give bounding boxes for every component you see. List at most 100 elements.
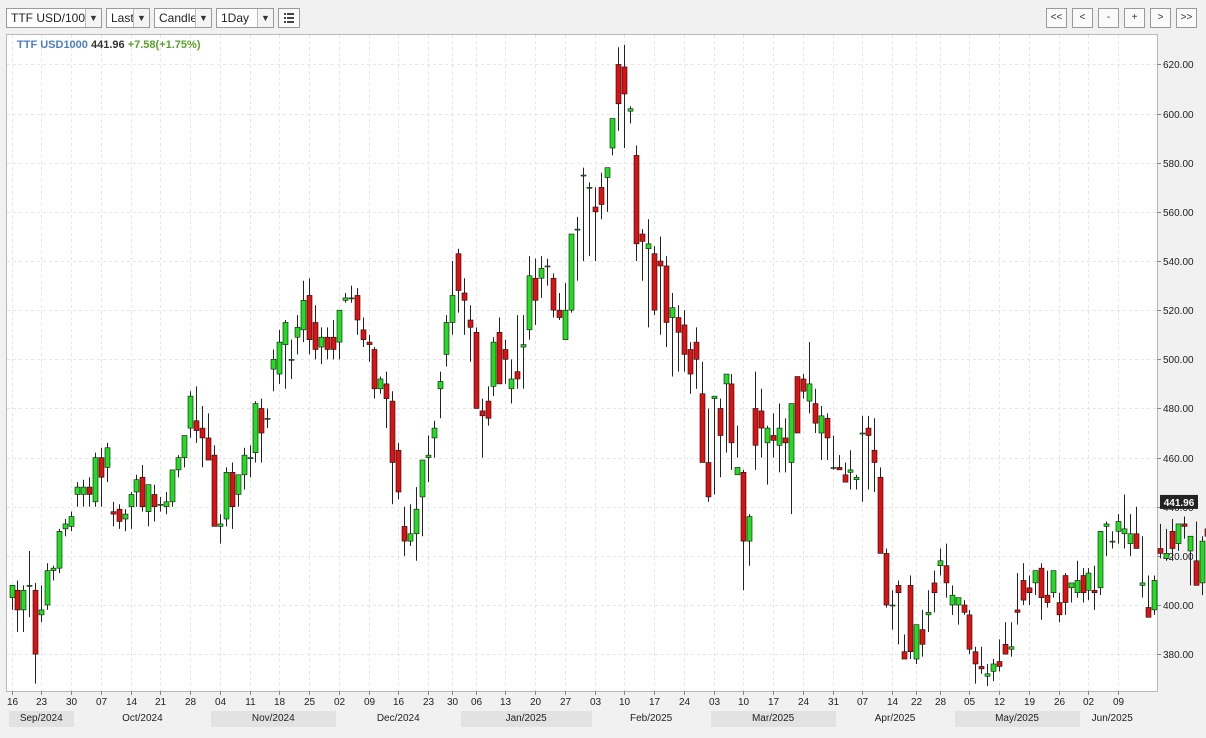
candle-down <box>782 437 789 444</box>
candle-up <box>437 381 444 390</box>
y-tick-label: 620.00 <box>1163 60 1194 71</box>
candle-down <box>717 408 724 436</box>
candle-down <box>758 410 765 429</box>
candle-down <box>1044 594 1051 603</box>
x-tick-label: 11 <box>245 697 256 708</box>
month-label: Oct/2024 <box>122 713 163 724</box>
candle-down <box>1002 644 1009 655</box>
candle-up <box>336 309 343 343</box>
month-label: Dec/2024 <box>376 713 420 724</box>
candle-up <box>889 604 896 607</box>
x-tick-label: 25 <box>304 697 316 708</box>
candle-down <box>312 322 319 350</box>
candle-down <box>1133 533 1140 549</box>
candle-down <box>1181 523 1188 527</box>
candle-up <box>62 523 69 530</box>
candle-up <box>1121 528 1128 535</box>
candle-down <box>1062 575 1069 603</box>
x-tick-label: 23 <box>423 697 435 708</box>
month-label: Nov/2024 <box>210 711 336 727</box>
candle-up <box>723 373 730 385</box>
candle-up <box>1103 523 1110 527</box>
y-tick-label: 460.00 <box>1163 454 1194 465</box>
x-tick-label: 16 <box>7 697 19 708</box>
candle-down <box>205 437 212 461</box>
candle-down <box>836 467 843 471</box>
candle-up <box>818 415 825 434</box>
candle-down <box>366 341 373 345</box>
candle-up <box>1109 540 1116 543</box>
candle-down <box>550 277 557 311</box>
candle-down <box>1145 607 1152 618</box>
candle-up <box>169 469 176 503</box>
candle-up <box>949 594 956 606</box>
candle-down <box>229 472 236 508</box>
candle-down <box>978 666 985 670</box>
candle-down <box>258 408 265 434</box>
candle-down <box>865 427 872 436</box>
x-tick-label: 17 <box>768 697 780 708</box>
candle-down <box>193 420 200 431</box>
candle-up <box>163 501 170 508</box>
x-tick-label: 07 <box>96 697 108 708</box>
candle-up <box>847 469 854 473</box>
candle-down <box>1080 575 1087 594</box>
candle-down <box>14 589 21 611</box>
x-tick-label: 22 <box>911 697 923 708</box>
candle-up <box>853 476 860 481</box>
candle-down <box>502 349 509 360</box>
candle-up <box>175 457 182 471</box>
candle-up <box>562 309 569 340</box>
candle-down <box>639 233 646 242</box>
candle-up <box>449 295 456 323</box>
candle-up <box>746 516 753 542</box>
x-tick-label: 30 <box>447 697 459 708</box>
candle-down <box>633 155 640 245</box>
candle-down <box>687 349 694 375</box>
candle-down <box>961 604 968 613</box>
candle-up <box>38 609 45 616</box>
candle-down <box>98 457 105 478</box>
month-label: Sep/2024 <box>8 711 74 727</box>
candle-up <box>407 533 414 542</box>
candle-down <box>1014 609 1021 613</box>
x-tick-label: 26 <box>1054 697 1066 708</box>
candle-up <box>1008 646 1015 650</box>
candle-down <box>657 260 664 267</box>
month-label: Feb/2025 <box>629 713 673 724</box>
candle-up <box>133 479 140 493</box>
candle-up <box>443 322 450 355</box>
candle-down <box>812 403 819 424</box>
candle-up <box>925 612 932 616</box>
candle-down <box>901 651 908 660</box>
candle-down <box>931 582 938 594</box>
candle-up <box>318 336 325 348</box>
candle-up <box>508 378 515 390</box>
candle-up <box>9 585 16 598</box>
candle-down <box>383 383 390 399</box>
candle-down <box>360 329 367 340</box>
candle-up <box>217 523 224 527</box>
candle-down <box>770 435 777 441</box>
candle-up <box>128 494 135 508</box>
candle-up <box>92 457 99 503</box>
candle-up <box>1127 533 1134 544</box>
x-tick-label: 07 <box>857 697 869 708</box>
candle-down <box>895 585 902 594</box>
candle-down <box>1026 587 1033 594</box>
candle-up <box>157 503 164 506</box>
candle-up <box>580 174 587 177</box>
candle-up <box>264 417 271 420</box>
candle-up <box>1085 572 1092 591</box>
candle-down <box>972 651 979 665</box>
candle-down <box>615 64 622 105</box>
legend-last-price: 441.96 <box>90 39 125 51</box>
x-tick-label: 17 <box>649 697 661 708</box>
candle-up <box>669 307 676 318</box>
candle-up <box>490 341 497 387</box>
y-tick-label: 480.00 <box>1163 404 1194 415</box>
x-tick-label: 09 <box>1113 697 1125 708</box>
candle-down <box>740 472 747 542</box>
candle-up <box>431 427 438 439</box>
x-tick-label: 02 <box>1083 697 1095 708</box>
